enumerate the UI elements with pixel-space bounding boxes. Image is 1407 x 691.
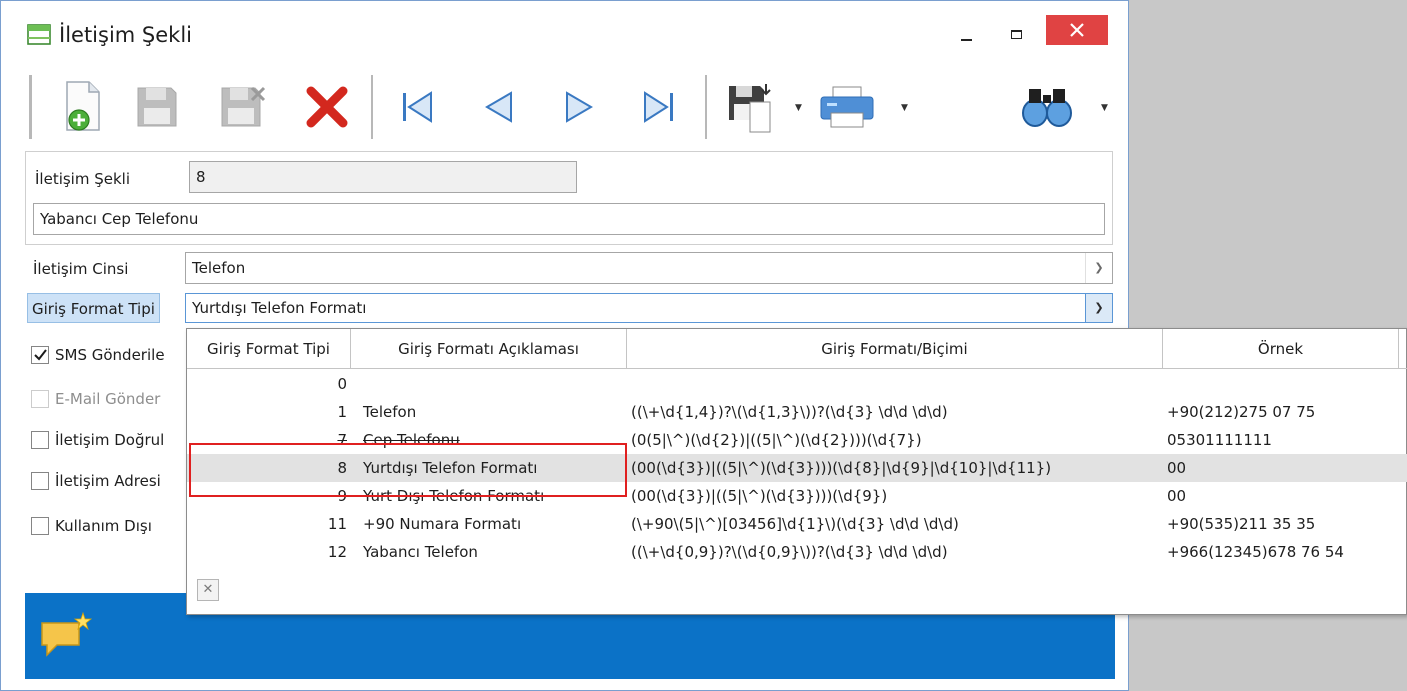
- row-example: 00: [1167, 459, 1187, 477]
- type-combo-value: Telefon: [192, 259, 246, 277]
- find-dropdown-arrow-icon[interactable]: ▼: [1101, 103, 1108, 113]
- email-checkbox[interactable]: [31, 390, 49, 408]
- id-field[interactable]: 8: [189, 161, 577, 193]
- row-example: +966(12345)678 76 54: [1167, 543, 1344, 561]
- delete-icon: [306, 86, 348, 128]
- first-record-icon: [403, 91, 432, 123]
- print-icon: [820, 86, 874, 128]
- row-example: +90(535)211 35 35: [1167, 515, 1316, 533]
- address-checkbox[interactable]: [31, 472, 49, 490]
- email-checkbox-label: E-Mail Gönder: [55, 390, 161, 408]
- popup-close-button[interactable]: ✕: [197, 579, 219, 601]
- inactive-checkbox[interactable]: [31, 517, 49, 535]
- id-label: İletişim Şekli: [35, 170, 131, 188]
- save-close-icon: [221, 86, 266, 127]
- format-combo[interactable]: Yurtdışı Telefon Formatı ❯: [185, 293, 1113, 323]
- sms-checkbox-label: SMS Gönderile: [55, 346, 165, 364]
- print-dropdown-arrow-icon[interactable]: ▼: [901, 103, 908, 113]
- close-icon: ✕: [202, 582, 214, 597]
- next-record-button[interactable]: [547, 71, 611, 143]
- window-title: İletişim Şekli: [59, 23, 193, 47]
- row-id: 11: [327, 515, 347, 533]
- verify-checkbox-label: İletişim Doğrul: [55, 431, 165, 449]
- row-description: Yabancı Telefon: [363, 543, 478, 561]
- column-header-format[interactable]: Giriş Formatı/Biçimi: [627, 329, 1163, 369]
- export-button[interactable]: [719, 71, 783, 143]
- verify-checkbox[interactable]: [31, 431, 49, 449]
- close-icon: [1070, 23, 1084, 37]
- save-close-button[interactable]: [211, 71, 275, 143]
- toolbar-separator: [705, 75, 707, 139]
- sms-checkbox[interactable]: [31, 346, 49, 364]
- table-row[interactable]: 12 Yabancı Telefon ((\+\d{0,9})?\(\d{0,9…: [187, 538, 1407, 566]
- row-id: 12: [327, 543, 347, 561]
- toolbar-separator: [371, 75, 373, 139]
- delete-button[interactable]: [295, 71, 359, 143]
- row-description: Telefon: [363, 403, 417, 421]
- title-bar: İletişim Şekli: [1, 1, 1128, 71]
- popup-header: Giriş Format Tipi Giriş Formatı Açıklama…: [187, 329, 1407, 369]
- row-description: +90 Numara Formatı: [363, 515, 522, 533]
- save-button[interactable]: [125, 71, 189, 143]
- print-button[interactable]: [815, 71, 879, 143]
- type-combo[interactable]: Telefon ❯: [185, 252, 1113, 284]
- minimize-icon: [961, 39, 972, 41]
- find-button[interactable]: [1015, 71, 1079, 143]
- row-format: ((\+\d{1,4})?\(\d{1,3}\))?(\d{3} \d\d \d…: [631, 403, 948, 421]
- address-checkbox-label: İletişim Adresi: [55, 472, 161, 490]
- row-id: 1: [337, 403, 347, 421]
- new-message-icon[interactable]: [39, 611, 93, 657]
- chevron-down-icon[interactable]: ❯: [1085, 253, 1112, 283]
- toolbar: ▼ ▼ ▼: [15, 71, 1123, 143]
- row-example: 00: [1167, 487, 1187, 505]
- row-example: +90(212)275 07 75: [1167, 403, 1316, 421]
- row-format: (00(\d{3})|((5|\^)(\d{3})))(\d{9}): [631, 487, 888, 505]
- row-id: 0: [337, 375, 347, 393]
- table-row[interactable]: 0: [187, 370, 1407, 398]
- new-icon: [66, 81, 100, 131]
- table-row[interactable]: 11 +90 Numara Formatı (\+90\(5|\^)[03456…: [187, 510, 1407, 538]
- column-header-id[interactable]: Giriş Format Tipi: [187, 329, 351, 369]
- close-button[interactable]: [1046, 15, 1108, 45]
- chevron-down-icon[interactable]: ❯: [1085, 294, 1112, 322]
- type-label: İletişim Cinsi: [33, 260, 129, 278]
- inactive-checkbox-label: Kullanım Dışı: [55, 517, 152, 535]
- new-button[interactable]: [51, 71, 115, 143]
- row-format: (0(5|\^)(\d{2})|((5|\^)(\d{2})))(\d{7}): [631, 431, 922, 449]
- previous-record-icon: [485, 91, 512, 123]
- format-combo-value: Yurtdışı Telefon Formatı: [192, 299, 367, 317]
- last-record-button[interactable]: [627, 71, 691, 143]
- toolbar-grip: [29, 75, 32, 139]
- row-format: (00(\d{3})|((5|\^)(\d{3})))(\d{8}|\d{9}|…: [631, 459, 1052, 477]
- row-format: ((\+\d{0,9})?\(\d{0,9}\))?(\d{3} \d\d \d…: [631, 543, 948, 561]
- format-label: Giriş Format Tipi: [27, 293, 160, 323]
- check-icon: [34, 349, 47, 361]
- export-dropdown-arrow-icon[interactable]: ▼: [795, 103, 802, 113]
- minimize-button[interactable]: [957, 25, 977, 45]
- previous-record-button[interactable]: [467, 71, 531, 143]
- row-example: 05301111111: [1167, 431, 1272, 449]
- maximize-button[interactable]: [1007, 25, 1027, 45]
- name-field[interactable]: Yabancı Cep Telefonu: [33, 203, 1105, 235]
- save-icon: [137, 87, 177, 127]
- format-lookup-popup: Giriş Format Tipi Giriş Formatı Açıklama…: [186, 328, 1407, 615]
- row-format: (\+90\(5|\^)[03456]\d{1}\)(\d{3} \d\d \d…: [631, 515, 959, 533]
- last-record-icon: [644, 91, 673, 123]
- window-form-icon: [27, 24, 51, 45]
- column-header-example[interactable]: Örnek: [1163, 329, 1399, 369]
- first-record-button[interactable]: [385, 71, 449, 143]
- column-header-description[interactable]: Giriş Formatı Açıklaması: [351, 329, 627, 369]
- export-icon: [729, 84, 771, 133]
- maximize-icon: [1011, 30, 1022, 39]
- highlight-box: [189, 443, 627, 497]
- table-row[interactable]: 1 Telefon ((\+\d{1,4})?\(\d{1,3}\))?(\d{…: [187, 398, 1407, 426]
- binoculars-icon: [1022, 89, 1072, 127]
- next-record-icon: [566, 91, 593, 123]
